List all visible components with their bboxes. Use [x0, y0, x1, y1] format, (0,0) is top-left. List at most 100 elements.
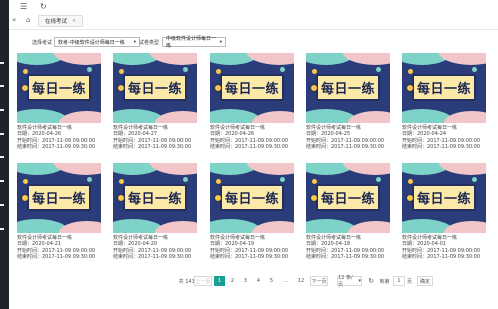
exam-card-end: 结束时间：2017-11-09 09:30:00 [402, 253, 481, 260]
dot-decoration [280, 177, 285, 182]
menu-icon[interactable]: ☰ [20, 2, 27, 11]
exam-card[interactable]: 每日一练 软件设计师考试每日一练 日期：2020-04-26 开始时间：2017-11… [17, 53, 101, 150]
type-select[interactable]: 中级软件设计师每日一练 ▾ [162, 36, 226, 49]
confirm-button[interactable]: 确定 [417, 276, 433, 286]
dot-decoration [280, 67, 285, 72]
goto-page-input[interactable]: 1 [393, 276, 405, 286]
exam-card[interactable]: 每日一练 软件设计师考试每日一练 日期：2020-04-18 开始时间：2017-11… [306, 163, 390, 260]
exam-card-thumbnail[interactable]: 每日一练 [17, 53, 101, 123]
exam-card-end: 结束时间：2017-11-09 09:30:00 [17, 253, 96, 260]
dot-decoration [472, 177, 477, 182]
collapse-icon[interactable]: « [12, 16, 16, 24]
banner-panel: 每日一练 [123, 74, 187, 101]
exam-label: 选择考试 [32, 40, 53, 46]
refresh-icon[interactable]: ↻ [366, 276, 376, 286]
tab-online-exam[interactable]: 在线考试 × [38, 15, 84, 27]
banner-text: 每日一练 [416, 192, 471, 207]
page-button[interactable]: 3 [240, 276, 251, 286]
banner-text: 每日一练 [320, 192, 375, 207]
page-button[interactable]: 4 [253, 276, 264, 286]
gear-icon [21, 84, 29, 92]
banner-panel: 每日一练 [123, 184, 187, 211]
exam-card-info: 软件设计师考试每日一练 日期：2020-04-26 开始时间：2017-11-09 … [210, 125, 294, 150]
exam-card-thumbnail[interactable]: 每日一练 [402, 53, 486, 123]
prev-page-button[interactable]: 上一页 [194, 276, 212, 286]
close-icon[interactable]: × [72, 18, 76, 24]
exam-card-start: 开始时间：2017-11-09 09:00:00 [113, 137, 192, 144]
exam-card-thumbnail[interactable]: 每日一练 [17, 163, 101, 233]
banner-text: 每日一练 [127, 192, 182, 207]
exam-select[interactable]: 软考-中级软件设计师每日一练 ▾ [54, 37, 140, 47]
wave-decoration [53, 163, 101, 175]
exam-card-info: 软件设计师考试每日一练 日期：2020-04-21 开始时间：2017-11-09 … [17, 235, 101, 260]
exam-card[interactable]: 每日一练软件设计师考试每日一练 日期：2020-04-26 开始时间：2017-11… [210, 53, 294, 150]
exam-card-info: 软件设计师考试每日一练 日期：2020-04-19 开始时间：2017-11-09 … [210, 235, 294, 260]
wave-decoration [246, 163, 294, 175]
type-label: 试卷类型 [139, 40, 160, 46]
page-ellipsis[interactable]: … [280, 276, 291, 286]
sidebar-marker[interactable] [0, 62, 4, 64]
sidebar-marker[interactable] [0, 109, 4, 111]
banner-panel: 每日一练 [412, 184, 476, 211]
gear-icon [310, 194, 318, 202]
next-page-button[interactable]: 下一页 [310, 276, 328, 286]
exam-card-thumbnail[interactable]: 每日一练 [210, 163, 294, 233]
wave-decoration [438, 163, 486, 175]
sidebar-marker[interactable] [0, 156, 4, 158]
wave-decoration [149, 163, 197, 175]
wave-decoration [246, 53, 294, 65]
exam-card-info: 软件设计师考试每日一练 日期：2020-04-25 开始时间：2017-11-09 … [306, 125, 390, 150]
gear-icon [406, 84, 414, 92]
sidebar-marker[interactable] [0, 85, 4, 87]
page-size-select[interactable]: 12 条/页 ▾ [337, 275, 362, 288]
page-button[interactable]: 1 [214, 276, 225, 286]
wave-decoration [444, 111, 486, 123]
exam-card-thumbnail[interactable]: 每日一练 [113, 53, 197, 123]
dot-decoration [376, 67, 381, 72]
exam-card-start: 开始时间：2017-11-09 09:00:00 [306, 137, 385, 144]
sidebar-marker[interactable] [0, 133, 4, 135]
exam-card-thumbnail[interactable]: 每日一练 [306, 163, 390, 233]
wave-decoration [252, 221, 294, 233]
sidebar-marker[interactable] [0, 204, 4, 206]
banner-panel: 每日一练 [220, 184, 284, 211]
banner-panel: 每日一练 [316, 184, 380, 211]
banner-panel: 每日一练 [220, 74, 284, 101]
page-button[interactable]: 2 [227, 276, 238, 286]
exam-card-info: 软件设计师考试每日一练 日期：2020-04-27 开始时间：2017-11-09 … [113, 125, 197, 150]
exam-card-info: 软件设计师考试每日一练 日期：2020-04-26 开始时间：2017-11-09 … [17, 125, 101, 150]
exam-card[interactable]: 每日一练软件设计师考试每日一练 日期：2020-04-19 开始时间：2017-11… [210, 163, 294, 260]
wave-decoration [348, 111, 390, 123]
exam-card-start: 开始时间：2017-11-09 09:00:00 [402, 137, 481, 144]
banner-text: 每日一练 [416, 82, 471, 97]
exam-card[interactable]: 每日一练 软件设计师考试每日一练 日期：2020-04-24 开始时间：2017-11… [402, 53, 486, 150]
exam-card-start: 开始时间：2017-11-09 09:00:00 [402, 247, 481, 254]
exam-card[interactable]: 每日一练 软件设计师考试每日一练 日期：2020-04-25 开始时间：2017-11… [306, 53, 390, 150]
exam-card-end: 结束时间：2017-11-09 09:30:00 [306, 143, 385, 150]
banner-text: 每日一练 [224, 82, 279, 97]
exam-card[interactable]: 每日一练 软件设计师考试每日一练 日期：2020-04-21 开始时间：2017-11… [17, 163, 101, 260]
dot-decoration [183, 177, 188, 182]
exam-card-end: 结束时间：2017-11-09 09:30:00 [306, 253, 385, 260]
exam-card-end: 结束时间：2017-11-09 09:30:00 [17, 143, 96, 150]
sidebar-marker[interactable] [0, 180, 4, 182]
gear-icon [117, 194, 125, 202]
wave-decoration [438, 53, 486, 65]
exam-card-start: 开始时间：2017-11-09 09:00:00 [113, 247, 192, 254]
refresh-icon[interactable]: ↻ [40, 2, 47, 11]
exam-card-thumbnail[interactable]: 每日一练 [210, 53, 294, 123]
dot-decoration [472, 67, 477, 72]
exam-card-thumbnail[interactable]: 每日一练 [402, 163, 486, 233]
gear-icon [214, 194, 222, 202]
exam-card[interactable]: 每日一练 软件设计师考试每日一练 日期：2020-04-20 开始时间：2017-11… [113, 163, 197, 260]
exam-card-thumbnail[interactable]: 每日一练 [306, 53, 390, 123]
exam-card-thumbnail[interactable]: 每日一练 [113, 163, 197, 233]
dot-decoration [87, 67, 92, 72]
page-button[interactable]: 12 [294, 276, 308, 286]
exam-card[interactable]: 每日一练 软件设计师考试每日一练 日期：2020-04-01 开始时间：2017-11… [402, 163, 486, 260]
exam-card[interactable]: 每日一练软件设计师考试每日一练 日期：2020-04-27 开始时间：2017-11… [113, 53, 197, 150]
sidebar-marker[interactable] [0, 228, 4, 230]
page-button[interactable]: 5 [266, 276, 277, 286]
exam-card-start: 开始时间：2017-11-09 09:00:00 [210, 247, 289, 254]
home-icon[interactable]: ⌂ [26, 16, 30, 24]
